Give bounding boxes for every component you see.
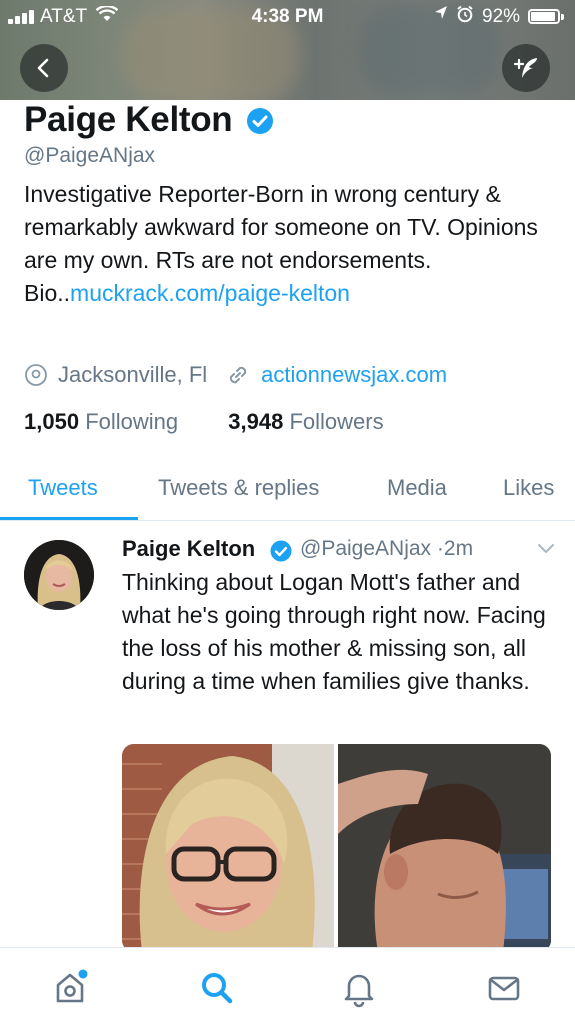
tweet-media[interactable]: [122, 744, 551, 952]
compose-tweet-button[interactable]: [502, 44, 550, 92]
location-icon: [434, 5, 448, 26]
profile-website[interactable]: actionnewsjax.com: [261, 362, 447, 388]
status-bar: AT&T 4:38 PM 92%: [0, 0, 575, 32]
following-count: 1,050: [24, 409, 80, 434]
nav-home[interactable]: [46, 964, 94, 1012]
home-icon: [56, 969, 88, 1003]
profile-name: Paige Kelton: [24, 100, 233, 139]
battery-icon: [528, 9, 564, 24]
tweet-author-name[interactable]: Paige Kelton: [122, 536, 255, 562]
battery-fill: [531, 12, 555, 21]
tweet-author-handle: @PaigeANjax: [300, 537, 432, 560]
profile-stats: 1,050 Following 3,948 Followers: [24, 409, 384, 435]
profile-handle: @PaigeANjax: [24, 144, 156, 167]
chevron-left-icon: [37, 58, 49, 78]
back-button[interactable]: [20, 44, 68, 92]
verified-badge-icon: [245, 106, 275, 141]
verified-badge-icon: [269, 539, 293, 568]
nav-search[interactable]: [193, 964, 241, 1012]
following-label: Following: [85, 409, 179, 434]
bell-icon: [344, 974, 374, 1008]
avatar[interactable]: [24, 540, 94, 610]
profile-location: Jacksonville, Fl: [58, 362, 208, 387]
profile-bio: Investigative Reporter-Born in wrong cen…: [24, 178, 554, 310]
search-icon: [202, 973, 233, 1004]
followers-count: 3,948: [228, 409, 284, 434]
nav-messages[interactable]: [480, 964, 528, 1012]
compose-tweet-icon: [513, 58, 537, 78]
tweet-age: 2m: [443, 537, 474, 560]
chevron-down-icon[interactable]: [537, 542, 555, 560]
tab-likes[interactable]: Likes: [503, 475, 554, 501]
active-tab-indicator: [0, 517, 138, 520]
location-pin-icon: [24, 363, 48, 387]
tweet-photo-woman[interactable]: [122, 744, 334, 952]
alarm-icon: [456, 5, 474, 28]
following-stat[interactable]: 1,050 Following: [24, 409, 178, 434]
profile-banner: AT&T 4:38 PM 92%: [0, 0, 575, 100]
battery-percent: 92%: [482, 6, 521, 27]
tweet-meta: @PaigeANjax ·2m: [300, 537, 473, 561]
followers-stat[interactable]: 3,948 Followers: [228, 409, 383, 434]
link-icon: [225, 362, 251, 388]
bottom-tab-bar: [0, 947, 575, 1025]
envelope-icon: [488, 976, 520, 1001]
followers-label: Followers: [289, 409, 384, 434]
bio-link[interactable]: muckrack.com/paige-kelton: [70, 280, 350, 306]
tweet-separator: ·: [436, 537, 444, 560]
nav-notifications[interactable]: [335, 964, 383, 1012]
tweet-photo-son[interactable]: [338, 744, 551, 952]
tab-tweets[interactable]: Tweets: [28, 475, 98, 501]
notification-dot: [78, 969, 88, 979]
tweet-text: Thinking about Logan Mott's father and w…: [122, 569, 546, 694]
profile-meta: Jacksonville, Fl actionnewsjax.com: [24, 362, 447, 388]
tab-tweets-and-replies[interactable]: Tweets & replies: [158, 475, 319, 501]
tab-media[interactable]: Media: [387, 475, 447, 501]
profile-tabs: Tweets Tweets & replies Media Likes: [0, 460, 575, 521]
